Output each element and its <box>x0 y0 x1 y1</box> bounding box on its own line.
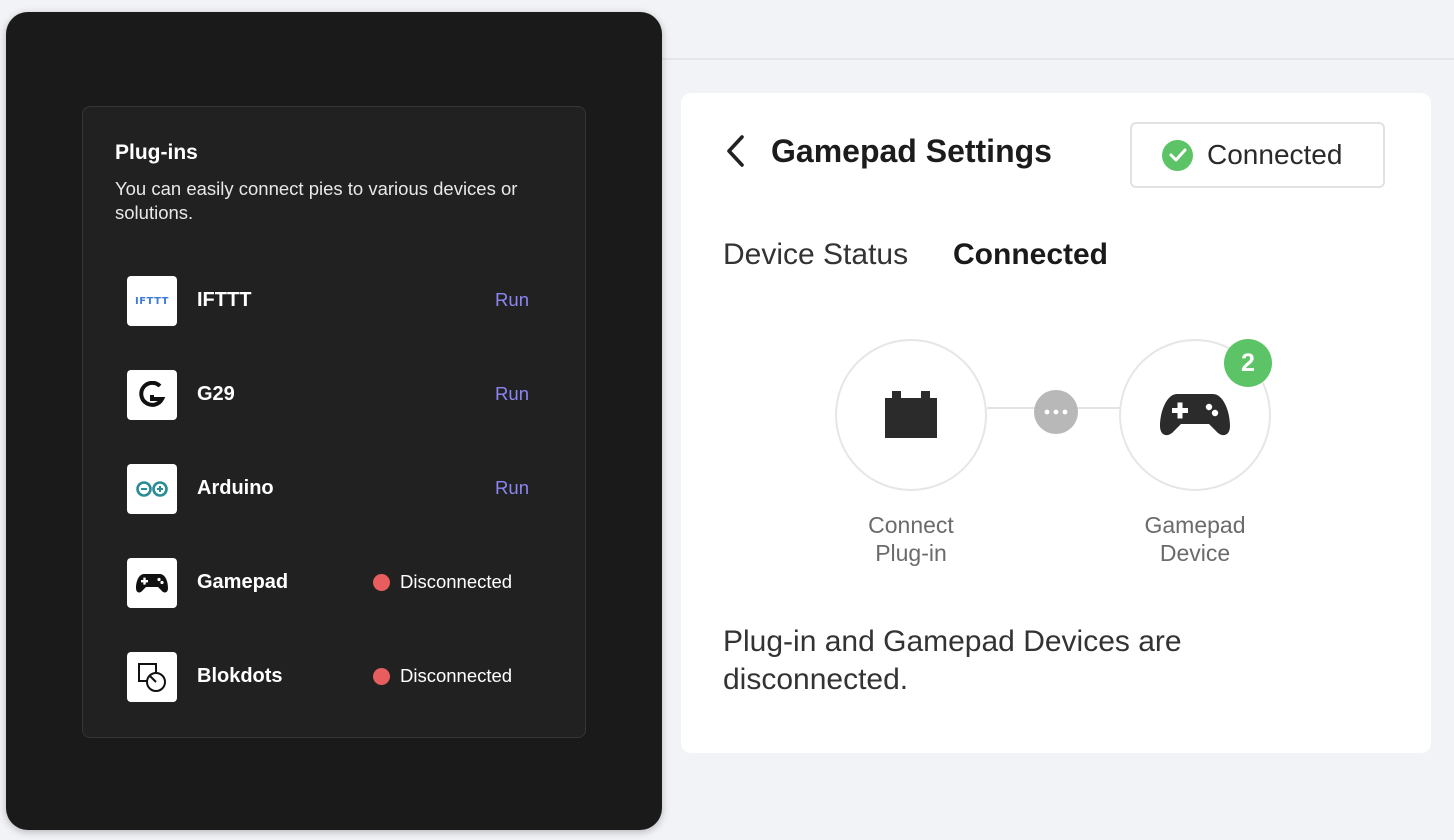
disconnected-dot-icon <box>373 667 390 685</box>
plugin-name: Arduino <box>197 477 274 499</box>
gamepad-device-label-text: Gamepad Device <box>1144 512 1246 566</box>
top-divider <box>662 58 1454 60</box>
plugin-row-blokdots: Blokdots Disconnected <box>127 652 547 702</box>
plugin-name: Gamepad <box>197 571 289 593</box>
device-status-value: Connected <box>953 238 1109 271</box>
plugins-window: Plug-ins You can easily connect pies to … <box>6 12 662 830</box>
logitech-g-logo-icon <box>127 370 177 420</box>
status-label: Disconnected <box>400 665 513 686</box>
connect-plugin-label: Connect Plug-in <box>826 511 996 567</box>
plugin-name: Blokdots <box>197 665 283 687</box>
connection-status-button[interactable]: Connected <box>1130 122 1385 188</box>
status-blokdots: Disconnected <box>373 665 512 687</box>
status-message: Plug-in and Gamepad Devices are disconne… <box>723 625 1182 696</box>
run-button-ifttt[interactable]: Run <box>495 289 529 311</box>
plugin-row-arduino: Arduino Run <box>127 464 547 514</box>
connect-plugin-label-text: Connect Plug-in <box>868 512 954 566</box>
plugin-row-gamepad: Gamepad Disconnected <box>127 558 547 608</box>
more-dots-icon <box>1034 390 1078 434</box>
plugin-name: IFTTT <box>197 289 252 311</box>
run-button-arduino[interactable]: Run <box>495 477 529 499</box>
gamepad-settings-panel: Gamepad Settings Connected Device Status… <box>681 93 1431 753</box>
gamepad-logo-icon <box>127 558 177 608</box>
ifttt-logo-text: IFTTT <box>135 295 169 307</box>
plugins-description: You can easily connect pies to various d… <box>115 178 518 223</box>
arduino-logo-icon <box>127 464 177 514</box>
blokdots-logo-icon <box>127 652 177 702</box>
plugins-title: Plug-ins <box>115 141 198 164</box>
chevron-left-icon <box>727 135 744 167</box>
status-label: Disconnected <box>400 571 513 592</box>
plugin-name: G29 <box>197 383 235 405</box>
check-circle-icon <box>1162 139 1193 171</box>
device-status-label: Device Status <box>723 238 909 271</box>
plugin-row-g29: G29 Run <box>127 370 547 420</box>
plugin-row-ifttt: IFTTT IFTTT Run <box>127 276 547 326</box>
plugins-card: Plug-ins You can easily connect pies to … <box>82 106 586 738</box>
gamepad-device-label: Gamepad Device <box>1110 511 1280 567</box>
gamepad-icon <box>1160 394 1230 436</box>
device-count-badge: 2 <box>1224 339 1272 387</box>
battery-icon <box>885 391 937 438</box>
connect-plugin-node <box>835 339 987 491</box>
page-title: Gamepad Settings <box>771 133 1052 169</box>
status-gamepad: Disconnected <box>373 571 512 593</box>
disconnected-dot-icon <box>373 573 390 591</box>
back-button[interactable] <box>719 131 751 171</box>
ifttt-logo-icon: IFTTT <box>127 276 177 326</box>
run-button-g29[interactable]: Run <box>495 383 529 405</box>
connection-status-label: Connected <box>1207 139 1343 170</box>
